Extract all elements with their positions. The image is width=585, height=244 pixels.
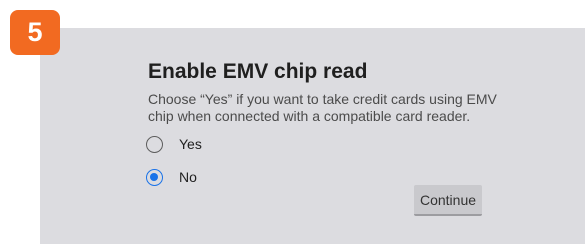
radio-label-no[interactable]: No — [179, 169, 197, 186]
dialog-content: Enable EMV chip read Choose “Yes” if you… — [148, 60, 508, 125]
step-number-badge: 5 — [10, 10, 60, 55]
radio-option-no[interactable]: No — [146, 169, 197, 186]
radio-button-no[interactable] — [146, 169, 163, 186]
continue-button[interactable]: Continue — [414, 185, 482, 216]
radio-button-yes[interactable] — [146, 136, 163, 153]
dialog-title: Enable EMV chip read — [148, 60, 368, 83]
dialog-description: Choose “Yes” if you want to take credit … — [148, 91, 497, 124]
radio-option-yes[interactable]: Yes — [146, 136, 202, 153]
radio-label-yes[interactable]: Yes — [179, 136, 202, 153]
